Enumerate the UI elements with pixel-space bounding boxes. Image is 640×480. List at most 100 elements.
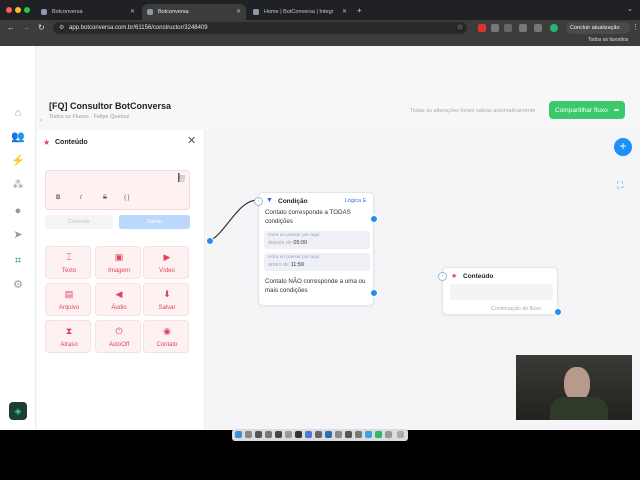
content-input-port[interactable]: › [438, 272, 447, 281]
start-output-port[interactable] [206, 237, 214, 245]
content-type-audio[interactable]: ◀ Áudio [95, 283, 141, 316]
minimize-window-icon[interactable] [15, 7, 21, 13]
logic-selector[interactable]: Lógica E [345, 198, 366, 204]
autosave-status: Todas as alterações foram salvas automat… [410, 108, 536, 114]
dock-app-icon[interactable] [345, 431, 352, 438]
back-icon[interactable]: ← [7, 23, 15, 32]
dock-app-icon[interactable] [325, 431, 332, 438]
content-type-file[interactable]: ▤ Arquivo [45, 283, 91, 316]
condition-false-text: Contato NÃO corresponde a uma ou mais co… [265, 278, 366, 294]
share-flow-label: Compartilhar fluxo [555, 107, 608, 114]
dock-app-icon[interactable] [315, 431, 322, 438]
dock-app-icon[interactable] [255, 431, 262, 438]
content-type-power[interactable]: ⏻ AutoOff [95, 320, 141, 353]
close-panel-icon[interactable]: ✕ [187, 134, 196, 147]
condition-rule[interactable]: Hora ao passar por aqui antes de 11:59 [264, 253, 370, 271]
content-type-video[interactable]: ▶ Vídeo [143, 246, 189, 279]
home-icon[interactable]: ⌂ [11, 106, 25, 120]
save-icon: ⬇ [163, 289, 171, 299]
share-icon[interactable]: ⁂ [11, 178, 25, 192]
rule-value: 11:59 [290, 262, 304, 268]
users-icon[interactable]: 👥 [11, 130, 25, 144]
content-node[interactable]: › ★ Conteúdo Continuação do fluxo [438, 267, 562, 316]
fullscreen-icon[interactable]: ⛶ [617, 180, 623, 191]
condition-node[interactable]: › ▼ Condição Lógica E Contato correspond… [254, 192, 378, 306]
gear-icon[interactable]: ⚙ [11, 278, 25, 292]
dock-finder-icon[interactable] [235, 431, 242, 438]
share-flow-button[interactable]: Compartilhar fluxo ➦ [549, 101, 625, 119]
dock-app-icon[interactable] [245, 431, 252, 438]
condition-true-text: Contato corresponde a TODAS condições [265, 209, 351, 225]
collapse-sidebar-icon[interactable]: » [39, 118, 42, 124]
content-type-contact[interactable]: ◉ Contato [143, 320, 189, 353]
chat-icon[interactable]: ● [11, 204, 25, 218]
content-star-icon: ★ [451, 273, 458, 280]
dock-trash-icon[interactable] [397, 431, 404, 438]
dock-app-icon[interactable] [335, 431, 342, 438]
cancel-button[interactable]: Cancelar [45, 215, 113, 229]
content-output-port[interactable] [554, 308, 562, 316]
message-editor[interactable]: 🗑 B I S { } [45, 170, 190, 210]
content-type-label: Imagem [108, 268, 130, 274]
dock-app-icon[interactable] [365, 431, 372, 438]
content-type-label: Salvar [158, 305, 176, 311]
delay-icon: ⧗ [65, 326, 73, 336]
dock-app-icon[interactable] [275, 431, 282, 438]
connector-start-to-condition [209, 199, 259, 242]
presenter-head [564, 367, 590, 401]
content-next-label: Continuação do fluxo [491, 306, 541, 312]
add-block-button[interactable]: + [614, 138, 632, 156]
breadcrumb[interactable]: Todos os Fluxos · Felipe Queiroz [49, 114, 129, 120]
condition-true-port[interactable] [370, 215, 378, 223]
rule-operator: depois de [268, 240, 292, 246]
panel-title: Conteúdo [55, 139, 88, 146]
condition-false-port[interactable] [370, 289, 378, 297]
condition-title: Condição [278, 198, 308, 205]
maximize-window-icon[interactable] [24, 7, 30, 13]
content-type-text[interactable]: ⌶ Texto [45, 246, 91, 279]
variable-button[interactable]: { } [124, 195, 130, 201]
bolt-icon[interactable]: ⚡ [11, 154, 25, 168]
dock-app-icon[interactable] [265, 431, 272, 438]
rule-label: Hora ao passar por aqui [268, 233, 320, 238]
save-button[interactable]: Salvar [119, 215, 190, 229]
power-icon: ⏻ [115, 326, 123, 336]
video-icon: ▶ [163, 252, 171, 262]
image-icon: ▣ [114, 252, 124, 262]
forward-icon[interactable]: → [22, 23, 30, 32]
italic-button[interactable]: I [80, 195, 82, 201]
audio-icon: ◀ [115, 289, 123, 299]
left-nav-sidebar: ⌂ 👥 ⚡ ⁂ ● ➤ ⌗ ⚙ ◈ [0, 46, 36, 430]
strikethrough-button[interactable]: S [103, 195, 107, 201]
filter-icon: ▼ [266, 197, 273, 204]
dock-app-icon[interactable] [295, 431, 302, 438]
dock-app-icon[interactable] [385, 431, 392, 438]
text-cursor-icon: I [177, 170, 181, 185]
presenter-body [550, 397, 608, 420]
rule-expression: depois de 05:00 [268, 240, 307, 246]
rule-expression: antes de 11:59 [268, 262, 304, 268]
rule-label: Hora ao passar por aqui [268, 255, 320, 260]
flow-icon[interactable]: ⌗ [11, 254, 25, 268]
content-type-save[interactable]: ⬇ Salvar [143, 283, 189, 316]
dock-app-icon[interactable] [375, 431, 382, 438]
condition-rule[interactable]: Hora ao passar por aqui depois de 05:00 [264, 231, 370, 249]
content-type-label: AutoOff [108, 342, 130, 348]
content-type-delay[interactable]: ⧗ Atraso [45, 320, 91, 353]
bold-button[interactable]: B [56, 195, 60, 201]
dock-app-icon[interactable] [355, 431, 362, 438]
dock-app-icon[interactable] [285, 431, 292, 438]
condition-input-port[interactable]: › [254, 197, 263, 206]
content-panel: ★ Conteúdo ✕ 🗑 B I S { } I Cancelar Salv… [37, 130, 205, 430]
file-icon: ▤ [64, 289, 74, 299]
content-type-image[interactable]: ▣ Imagem [95, 246, 141, 279]
workspace-avatar[interactable]: ◈ [9, 402, 27, 420]
webcam-overlay [516, 355, 632, 420]
rule-operator: antes de [268, 262, 290, 268]
close-window-icon[interactable] [6, 7, 12, 13]
page-title: [FQ] Consultor BotConversa [49, 101, 172, 111]
dock-app-icon[interactable] [305, 431, 312, 438]
content-node-body [450, 284, 553, 300]
send-icon[interactable]: ➤ [11, 228, 25, 242]
page-header: » [FQ] Consultor BotConversa Todos os Fl… [36, 0, 640, 130]
